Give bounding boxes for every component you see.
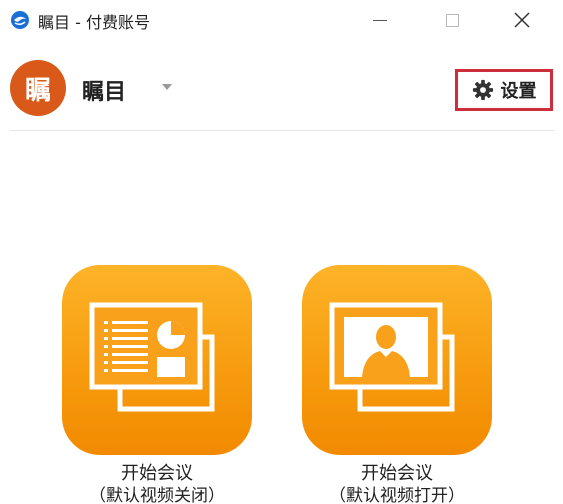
- tile-subtitle: （默认视频打开）: [329, 486, 465, 504]
- chevron-down-icon[interactable]: [162, 84, 172, 90]
- start-meeting-video-on-label: 开始会议 （默认视频打开）: [302, 463, 492, 504]
- settings-label: 设置: [500, 81, 537, 102]
- close-icon: [514, 12, 530, 28]
- tile-subtitle: （默认视频关闭）: [89, 486, 225, 504]
- start-meeting-video-on-button[interactable]: [302, 265, 492, 455]
- title-bar: 瞩目 - 付费账号: [0, 0, 563, 40]
- close-button[interactable]: [494, 0, 550, 40]
- start-meeting-video-off-label: 开始会议 （默认视频关闭）: [62, 463, 252, 504]
- maximize-icon: [445, 13, 459, 27]
- user-name[interactable]: 瞩目: [82, 74, 126, 106]
- maximize-button[interactable]: [424, 0, 480, 40]
- header-divider: [10, 130, 555, 131]
- avatar-text: 瞩: [24, 75, 51, 106]
- tile-title: 开始会议: [121, 463, 193, 484]
- minimize-icon: [373, 19, 387, 21]
- settings-button[interactable]: 设置: [455, 69, 553, 111]
- start-meeting-video-off-button[interactable]: [62, 265, 252, 455]
- presentation-screen-icon: [89, 302, 215, 412]
- window-title: 瞩目 - 付费账号: [38, 13, 150, 32]
- gear-icon: [472, 79, 493, 101]
- app-logo-icon: [11, 11, 29, 29]
- video-person-screen-icon: [329, 302, 455, 412]
- avatar[interactable]: 瞩: [10, 60, 66, 116]
- minimize-button[interactable]: [352, 0, 408, 40]
- app-window: 瞩目 - 付费账号 瞩 瞩目 设置 开始会议 （默认视频关闭） 开始会议 （默认…: [0, 0, 563, 504]
- tile-title: 开始会议: [361, 463, 433, 484]
- user-header: 瞩 瞩目 设置: [0, 46, 563, 132]
